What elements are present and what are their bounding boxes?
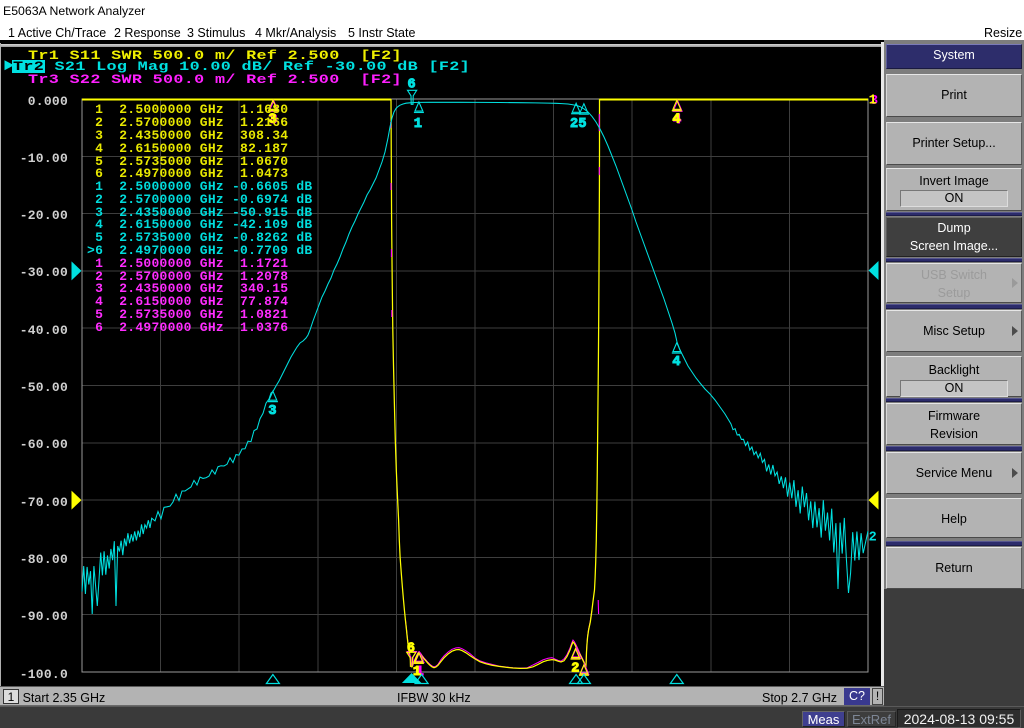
svg-text:2: 2 [869,531,877,546]
svg-text:2: 2 [570,117,578,132]
svg-text:4: 4 [672,355,680,370]
svg-text:6: 6 [407,642,415,657]
svg-text:5: 5 [578,117,586,132]
svg-text:6: 6 [408,78,416,93]
svg-text:2: 2 [571,661,579,676]
svg-text:3: 3 [268,404,276,419]
svg-text:4: 4 [672,113,680,128]
svg-text:1: 1 [414,117,422,132]
svg-text:1: 1 [869,93,877,108]
